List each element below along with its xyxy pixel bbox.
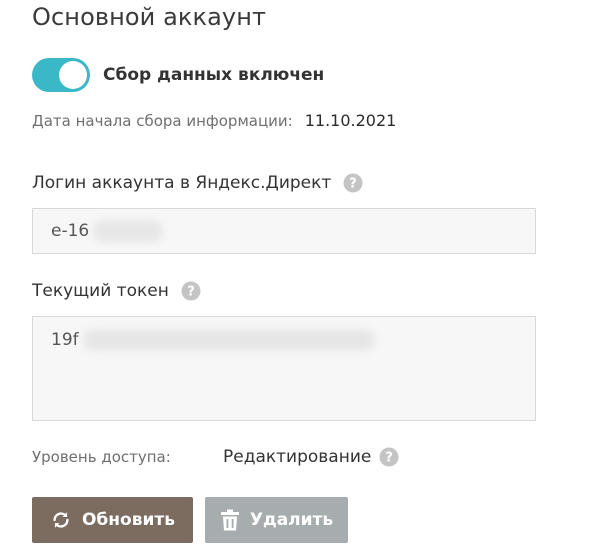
- collection-toggle-row: Сбор данных включен: [32, 58, 324, 92]
- redacted-blur: [82, 329, 375, 351]
- login-field-label: Логин аккаунта в Яндекс.Директ: [32, 173, 332, 193]
- delete-button-label: Удалить: [249, 510, 334, 530]
- token-field-label: Текущий токен: [32, 281, 169, 301]
- delete-button[interactable]: Удалить: [205, 497, 348, 543]
- question-circle-icon[interactable]: ?: [181, 281, 201, 301]
- access-level-value: Редактирование: [223, 447, 372, 467]
- collection-toggle-label: Сбор данных включен: [103, 65, 325, 85]
- question-circle-icon[interactable]: ?: [343, 173, 363, 193]
- login-field[interactable]: e-16: [32, 208, 536, 254]
- access-level-row: Уровень доступа: Редактирование ?: [32, 447, 399, 467]
- toggle-knob: [59, 61, 87, 89]
- refresh-icon: [53, 512, 69, 528]
- token-field-value: 19f: [51, 330, 79, 350]
- svg-text:?: ?: [350, 177, 358, 192]
- redacted-blur: [93, 220, 164, 242]
- trash-icon: [220, 509, 239, 531]
- question-circle-icon[interactable]: ?: [379, 447, 399, 467]
- svg-text:?: ?: [386, 451, 394, 466]
- collection-toggle[interactable]: [32, 58, 90, 92]
- login-field-value: e-16: [51, 221, 90, 241]
- collection-start-label: Дата начала сбора информации:: [32, 112, 293, 130]
- refresh-button[interactable]: Обновить: [32, 497, 193, 543]
- token-field-label-row: Текущий токен ?: [32, 281, 201, 301]
- collection-start-row: Дата начала сбора информации: 11.10.2021: [32, 111, 396, 130]
- token-field[interactable]: 19f: [32, 316, 536, 421]
- page-title: Основной аккаунт: [32, 3, 267, 31]
- login-field-label-row: Логин аккаунта в Яндекс.Директ ?: [32, 173, 363, 193]
- collection-start-date: 11.10.2021: [304, 111, 397, 130]
- svg-text:?: ?: [187, 285, 195, 300]
- access-level-label: Уровень доступа:: [32, 448, 171, 466]
- refresh-button-label: Обновить: [81, 510, 176, 530]
